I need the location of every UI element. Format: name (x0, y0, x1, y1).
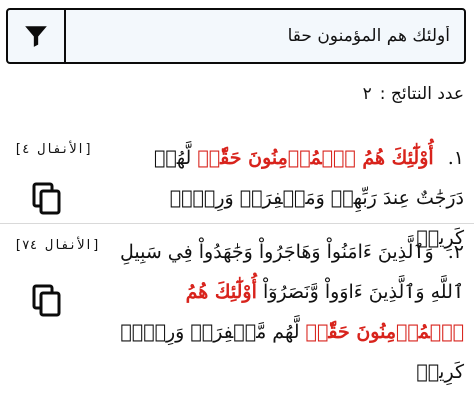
filter-button[interactable] (8, 10, 66, 62)
results-count: عدد النتائج : ٢ (363, 84, 464, 104)
copy-icon (32, 284, 61, 317)
verse-reference[interactable]: [الأنفال ٤] (14, 142, 92, 157)
search-bar (6, 8, 466, 64)
results-count-value: ٢ (362, 84, 372, 104)
filter-funnel-icon (25, 26, 47, 47)
verse-highlight: أُوْلَٰٓئِكَ هُمُ ٱلۡمُؤۡمِنُونَ حَقّٗاۚ (197, 147, 434, 169)
copy-button[interactable] (32, 182, 62, 220)
result-number: ٢. (447, 241, 464, 263)
copy-icon (32, 182, 61, 215)
search-input[interactable] (66, 10, 464, 62)
result-number: ١. (447, 147, 464, 169)
result-item: ١. أُوْلَٰٓئِكَ هُمُ ٱلۡمُؤۡمِنُونَ حَقّ… (0, 132, 474, 249)
verse-text[interactable]: ٢. وَٱلَّذِينَ ءَامَنُواْ وَهَاجَرُواْ و… (108, 232, 464, 392)
result-item: ٢. وَٱلَّذِينَ ءَامَنُواْ وَهَاجَرُواْ و… (0, 230, 474, 412)
verse-text-before: وَٱلَّذِينَ ءَامَنُواْ وَهَاجَرُواْ وَجَ… (119, 241, 464, 303)
copy-button[interactable] (32, 284, 62, 322)
verse-reference[interactable]: [الأنفال ٧٤] (14, 238, 100, 253)
results-count-label: عدد النتائج : (379, 84, 464, 104)
